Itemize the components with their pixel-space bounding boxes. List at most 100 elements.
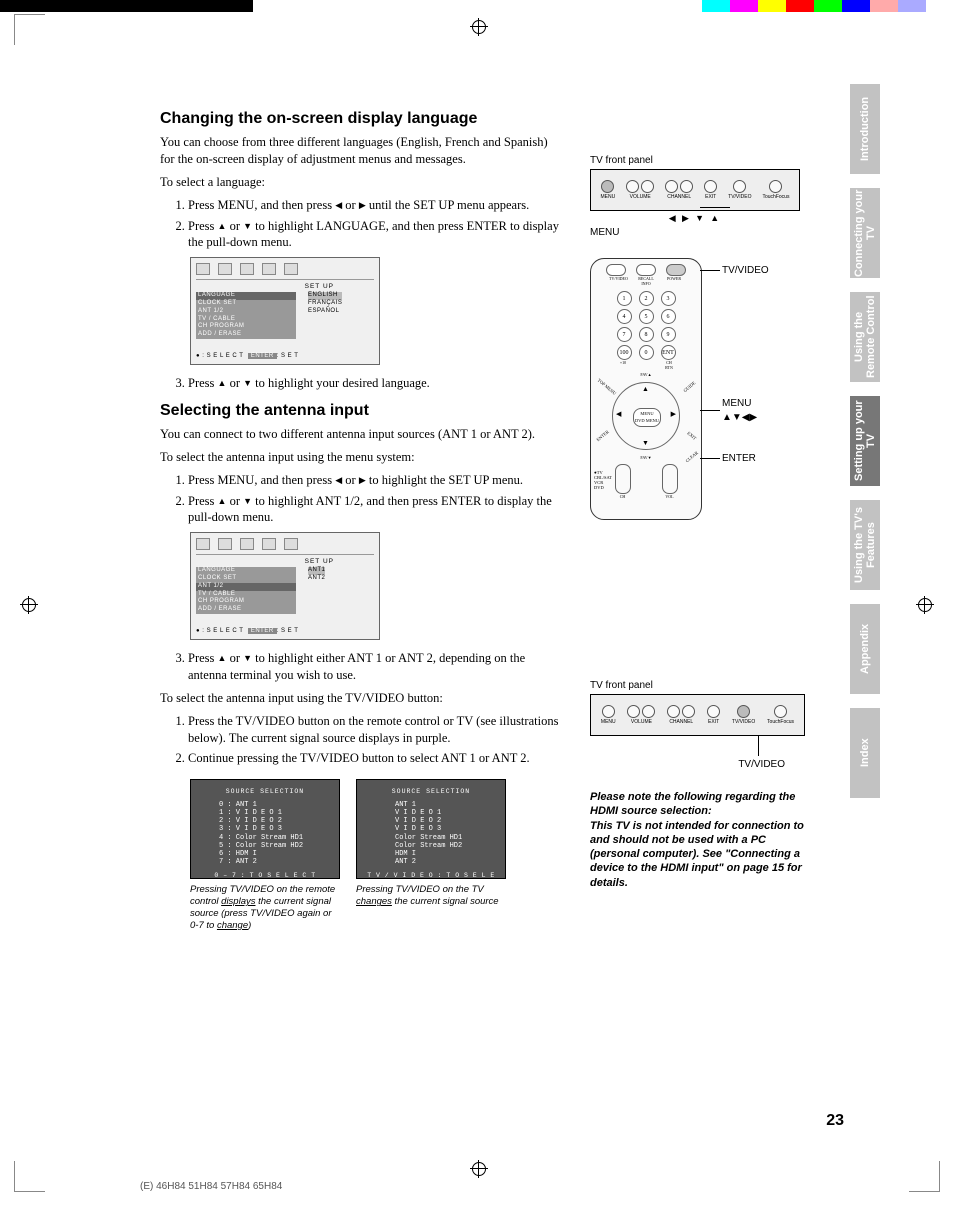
remote-recall-button <box>636 264 656 276</box>
section-tab: Setting up your TV <box>850 396 880 486</box>
step: Press the TV/VIDEO button on the remote … <box>188 713 560 747</box>
menu-options: ANT1ANT2 <box>296 567 325 614</box>
osd-menu-screenshot-language: SET UP LANGUAGECLOCK SETANT 1/2TV / CABL… <box>190 257 380 365</box>
callout-line <box>758 736 760 756</box>
source-selection-tv: SOURCE SELECTION ANT 1V I D E O 1V I D E… <box>356 779 506 879</box>
caption: Pressing TV/VIDEO on the TV changes the … <box>356 884 506 908</box>
front-panel-1: TV front panel MENUVOLUMECHANNELEXITTV/V… <box>590 155 800 238</box>
remote-diagram: TV/VIDEO RECALL POWER INFO 1234567891000… <box>590 258 805 520</box>
panel-button <box>733 180 746 193</box>
para: To select the antenna input using the me… <box>160 449 560 466</box>
caption: Pressing TV/VIDEO on the remote control … <box>190 884 340 932</box>
crop-mark <box>14 14 45 45</box>
panel-button <box>682 705 695 718</box>
steps-antenna: Press MENU, and then press ◀ or ▶ to hig… <box>160 472 560 527</box>
para: You can choose from three different lang… <box>160 134 560 168</box>
remote-power-button <box>666 264 686 276</box>
step: Press ▲ or ▼ to highlight LANGUAGE, and … <box>188 218 560 252</box>
panel-button <box>667 705 680 718</box>
left-arrow-icon: ◀ <box>335 199 342 211</box>
section-tab: Using the Remote Control <box>850 292 880 382</box>
front-panel-2: TV front panel MENUVOLUMECHANNELEXITTV/V… <box>590 680 805 770</box>
panel-button <box>626 180 639 193</box>
panel-button <box>602 705 615 718</box>
color-calibration-bar <box>0 0 954 12</box>
para: To select a language: <box>160 174 560 191</box>
remote-num-button: 8 <box>639 327 654 342</box>
panel-button <box>769 180 782 193</box>
steps-language: Press MENU, and then press ◀ or ▶ until … <box>160 197 560 252</box>
panel-button <box>737 705 750 718</box>
up-arrow-icon: ▲ <box>218 220 227 232</box>
remote-num-button: 0 <box>639 345 654 360</box>
remote-num-button: 100 <box>617 345 632 360</box>
registration-mark <box>22 598 36 612</box>
panel-button <box>641 180 654 193</box>
remote-num-button: 1 <box>617 291 632 306</box>
remote-control: TV/VIDEO RECALL POWER INFO 1234567891000… <box>590 258 702 520</box>
down-arrow-icon: ▼ <box>243 652 252 664</box>
section-tab: Introduction <box>850 84 880 174</box>
remote-num-button: 7 <box>617 327 632 342</box>
section-tab: Index <box>850 708 880 798</box>
page-number: 23 <box>826 1112 844 1130</box>
arrow-icons: ◀ ▶ ▼ ▲ <box>590 213 800 224</box>
menu-list: LANGUAGECLOCK SETANT 1/2TV / CABLECH PRO… <box>196 292 296 339</box>
callout-line <box>700 207 730 208</box>
para: You can connect to two different antenna… <box>160 426 560 443</box>
main-column: Changing the on-screen display language … <box>160 110 560 932</box>
menu-list: LANGUAGECLOCK SETANT 1/2TV / CABLECH PRO… <box>196 567 296 614</box>
panel-button <box>680 180 693 193</box>
para: To select the antenna input using the TV… <box>160 690 560 707</box>
panel-button <box>601 180 614 193</box>
crop-mark <box>14 1161 45 1192</box>
remote-num-button: 2 <box>639 291 654 306</box>
remote-num-button: ENT <box>661 345 676 360</box>
remote-tvvideo-button <box>606 264 626 276</box>
registration-mark <box>472 20 486 34</box>
section-tab: Using the TV's Features <box>850 500 880 590</box>
panel-button <box>665 180 678 193</box>
down-arrow-icon: ▼ <box>243 377 252 389</box>
heading-antenna: Selecting the antenna input <box>160 402 560 420</box>
up-arrow-icon: ▲ <box>218 377 227 389</box>
model-info: (E) 46H84 51H84 57H84 65H84 <box>140 1181 282 1192</box>
callout-line <box>700 410 720 411</box>
step: Press MENU, and then press ◀ or ▶ to hig… <box>188 472 560 489</box>
panel-button <box>627 705 640 718</box>
steps-tvvideo: Press the TV/VIDEO button on the remote … <box>160 713 560 768</box>
panel-button <box>642 705 655 718</box>
remote-num-button: 5 <box>639 309 654 324</box>
side-column: TV front panel MENUVOLUMECHANNELEXITTV/V… <box>590 155 805 890</box>
right-arrow-icon: ▶ <box>359 474 366 486</box>
step: Press ▲ or ▼ to highlight your desired l… <box>188 375 560 392</box>
down-arrow-icon: ▼ <box>243 220 252 232</box>
osd-menu-screenshot-antenna: SET UP LANGUAGECLOCK SETANT 1/2TV / CABL… <box>190 532 380 640</box>
page: IntroductionConnecting your TVUsing the … <box>0 0 954 1206</box>
remote-num-button: 9 <box>661 327 676 342</box>
panel-button <box>704 180 717 193</box>
step: Continue pressing the TV/VIDEO button to… <box>188 750 560 767</box>
left-arrow-icon: ◀ <box>335 474 342 486</box>
right-arrow-icon: ▶ <box>359 199 366 211</box>
registration-mark <box>472 1162 486 1176</box>
step: Press ▲ or ▼ to highlight ANT 1/2, and t… <box>188 493 560 527</box>
remote-ch-switch <box>615 464 631 494</box>
section-tab: Appendix <box>850 604 880 694</box>
heading-language: Changing the on-screen display language <box>160 110 560 128</box>
step: Press MENU, and then press ◀ or ▶ until … <box>188 197 560 214</box>
callout-line <box>700 270 720 271</box>
menu-options: ENGLISHFRANÇAISESPAÑOL <box>296 292 342 339</box>
remote-num-button: 3 <box>661 291 676 306</box>
remote-num-button: 4 <box>617 309 632 324</box>
section-tabs: IntroductionConnecting your TVUsing the … <box>850 84 880 798</box>
remote-dpad: MENUDVD MENU ▲ ▼ ◀ ▶ <box>612 382 680 450</box>
up-arrow-icon: ▲ <box>218 495 227 507</box>
remote-num-button: 6 <box>661 309 676 324</box>
panel-button <box>707 705 720 718</box>
down-arrow-icon: ▼ <box>243 495 252 507</box>
up-arrow-icon: ▲ <box>218 652 227 664</box>
callout-line <box>700 458 720 459</box>
crop-mark <box>909 1161 940 1192</box>
registration-mark <box>918 598 932 612</box>
